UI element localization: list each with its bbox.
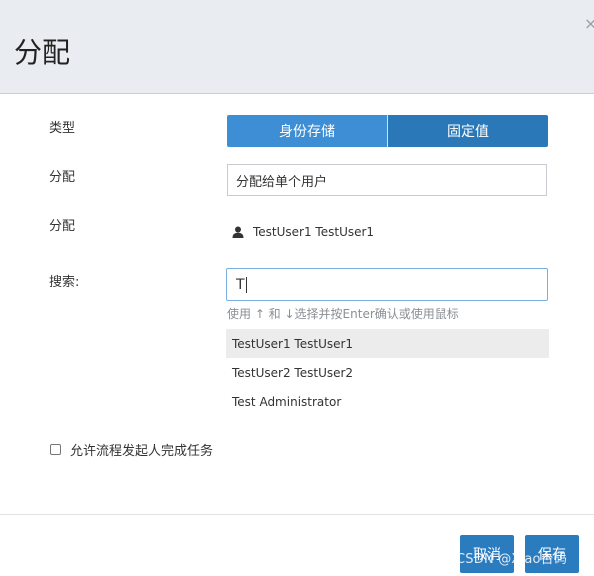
result-item[interactable]: TestUser2 TestUser2 xyxy=(226,358,549,387)
assign-label: 分配 xyxy=(49,170,76,185)
search-results: TestUser1 TestUser1 TestUser2 TestUser2 … xyxy=(226,329,549,416)
type-label: 类型 xyxy=(49,121,76,136)
assigned-user-name: TestUser1 TestUser1 xyxy=(253,225,375,239)
dialog-header: 分配 × xyxy=(0,0,594,94)
result-item[interactable]: TestUser1 TestUser1 xyxy=(226,329,549,358)
result-item[interactable]: Test Administrator xyxy=(226,387,549,416)
allow-initiator-checkbox[interactable] xyxy=(50,444,61,455)
dialog-title: 分配 xyxy=(14,36,71,69)
text-cursor xyxy=(245,276,247,293)
assign-select[interactable]: 分配给单个用户 xyxy=(227,164,547,196)
close-icon[interactable]: × xyxy=(584,14,594,33)
type-option-identity-store[interactable]: 身份存储 xyxy=(227,115,387,147)
allow-initiator-label: 允许流程发起人完成任务 xyxy=(70,444,214,459)
assigned-user: TestUser1 TestUser1 xyxy=(232,225,374,239)
search-hint: 使用 ↑ 和 ↓选择并按Enter确认或使用鼠标 xyxy=(227,307,459,321)
type-toggle: 身份存储 固定值 xyxy=(227,115,548,147)
footer-divider xyxy=(0,514,594,515)
search-label: 搜索: xyxy=(49,275,80,290)
type-option-fixed-value[interactable]: 固定值 xyxy=(387,115,548,147)
watermark: CSDN @Xiao台码 xyxy=(456,552,568,567)
search-input-value: T xyxy=(236,276,245,293)
search-input[interactable]: T xyxy=(226,268,548,301)
assigned-label: 分配 xyxy=(49,219,76,234)
allow-initiator-row[interactable]: 允许流程发起人完成任务 xyxy=(50,440,213,459)
user-icon xyxy=(232,226,244,238)
